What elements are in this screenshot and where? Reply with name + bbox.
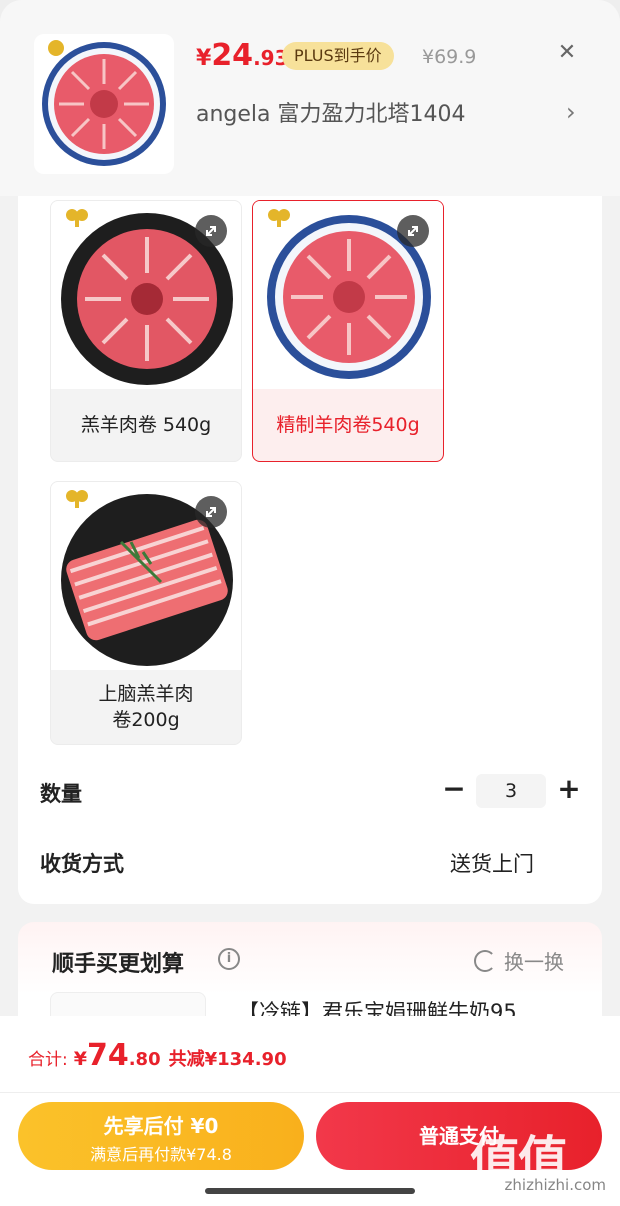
total-currency: ¥ <box>73 1048 87 1070</box>
pay-later-title: 先享后付 ¥0 <box>103 1114 219 1138</box>
brand-logo-icon <box>267 207 291 229</box>
recommend-title: 顺手买更划算 <box>52 952 185 977</box>
price-integer: 24 <box>211 38 254 73</box>
sku-options-card: 羔羊肉卷 540g 精制羊肉卷540g 上脑羔羊肉卷200g 数量 − 3 + … <box>18 196 602 904</box>
sku-option-image <box>51 201 241 389</box>
pay-later-subtitle: 满意后再付款¥74.8 <box>90 1145 232 1164</box>
watermark-url: zhizhizhi.com <box>504 1176 606 1194</box>
total-price: 合计: ¥ 74 .80 共减¥134.90 <box>28 1038 287 1073</box>
sku-option[interactable]: 上脑羔羊肉卷200g <box>50 481 242 745</box>
quantity-label: 数量 <box>40 782 82 806</box>
expand-image-icon[interactable] <box>195 496 227 528</box>
info-icon[interactable]: i <box>218 948 240 970</box>
pay-later-button[interactable]: 先享后付 ¥0 满意后再付款¥74.8 <box>18 1102 304 1170</box>
refresh-icon <box>474 949 496 972</box>
product-header: ¥ 24 .93 PLUS到手价 ¥69.9 ✕ angela 富力盈力北塔14… <box>0 0 620 196</box>
total-saved: 共减¥134.90 <box>168 1049 287 1070</box>
divider <box>0 1092 620 1093</box>
close-button[interactable]: ✕ <box>554 40 580 66</box>
brand-logo-icon <box>65 488 89 510</box>
chevron-right-icon[interactable]: › <box>566 98 576 126</box>
swap-button[interactable]: 换一换 <box>474 946 564 975</box>
price-currency: ¥ <box>196 46 212 71</box>
sku-option-label: 羔羊肉卷 540g <box>80 414 212 436</box>
quantity-increase-button[interactable]: + <box>557 775 581 804</box>
total-decimal: .80 <box>128 1049 161 1070</box>
current-price: ¥ 24 .93 <box>196 38 289 74</box>
quantity-input[interactable]: 3 <box>476 774 546 808</box>
sku-option-image <box>51 482 241 670</box>
expand-image-icon[interactable] <box>397 215 429 247</box>
original-price: ¥69.9 <box>422 46 477 68</box>
sku-option-image <box>253 201 443 389</box>
delivery-method-label: 收货方式 <box>40 852 124 876</box>
delivery-address[interactable]: angela 富力盈力北塔1404 <box>196 96 466 128</box>
sku-option-label: 上脑羔羊肉卷200g <box>98 683 194 731</box>
total-integer: 74 <box>86 1038 129 1073</box>
product-thumbnail[interactable] <box>34 34 174 174</box>
home-indicator[interactable] <box>205 1188 415 1194</box>
watermark: 值值值 zhizhizhi.com <box>470 1118 614 1206</box>
sku-option[interactable]: 羔羊肉卷 540g <box>50 200 242 462</box>
quantity-decrease-button[interactable]: − <box>442 775 466 804</box>
total-label: 合计: <box>28 1050 68 1070</box>
sku-selector-sheet: ¥ 24 .93 PLUS到手价 ¥69.9 ✕ angela 富力盈力北塔14… <box>0 0 620 1206</box>
brand-logo-icon <box>65 207 89 229</box>
swap-label: 换一换 <box>504 950 564 974</box>
sku-option-selected[interactable]: 精制羊肉卷540g <box>252 200 444 462</box>
delivery-method-value[interactable]: 送货上门 <box>450 848 534 878</box>
plus-price-badge: PLUS到手价 <box>282 42 394 70</box>
close-icon: ✕ <box>557 40 577 65</box>
expand-image-icon[interactable] <box>195 215 227 247</box>
sku-option-label: 精制羊肉卷540g <box>276 414 420 436</box>
